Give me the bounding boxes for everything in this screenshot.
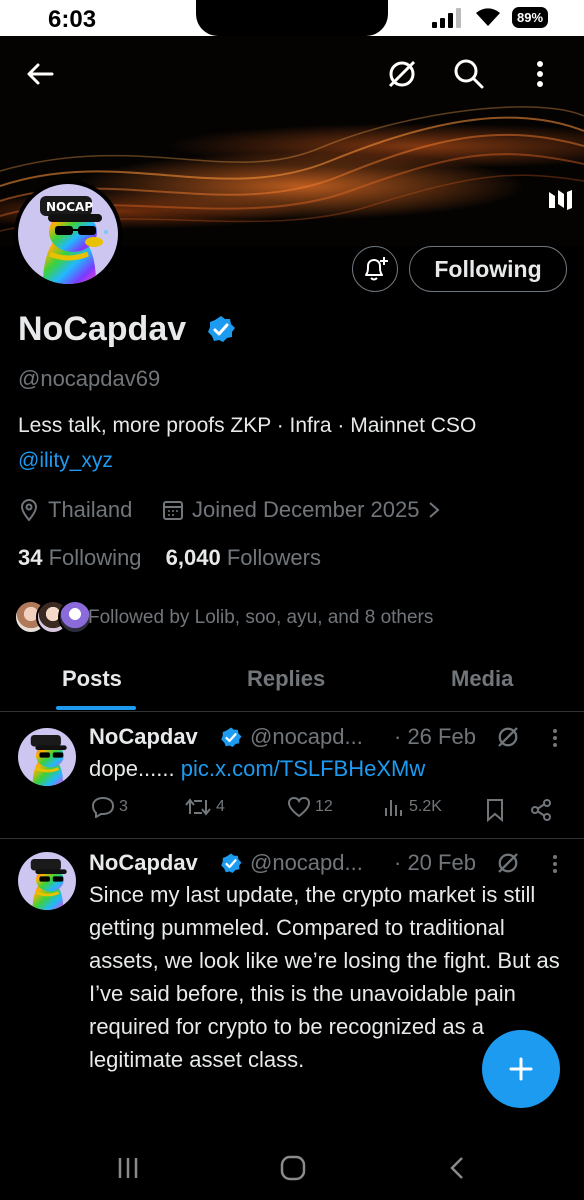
- search-icon: [454, 59, 484, 89]
- search-button[interactable]: [449, 54, 489, 94]
- profile-location: Thailand: [18, 497, 132, 523]
- calendar-icon: [163, 501, 183, 520]
- follow-stats: 34 Following 6,040 Followers: [18, 545, 321, 571]
- grok-icon[interactable]: [496, 725, 520, 749]
- avatar: NOCAP: [18, 184, 118, 284]
- following-button[interactable]: Following: [409, 246, 567, 292]
- post-text: dope...... pic.x.com/TSLFBHeXMw: [89, 752, 569, 785]
- post-avatar[interactable]: [18, 852, 76, 910]
- verified-badge-icon: [221, 853, 242, 873]
- post-avatar-illustration: [30, 858, 67, 910]
- active-tab-indicator: [56, 706, 136, 710]
- post-actions: 3 4 12 5.2K: [89, 796, 569, 826]
- tab-posts[interactable]: Posts: [62, 666, 122, 692]
- recent-apps-icon[interactable]: [116, 1156, 140, 1180]
- repost-count: 4: [216, 798, 225, 815]
- signal-icon: [432, 8, 461, 28]
- tab-media[interactable]: Media: [451, 666, 513, 692]
- profile-handle: @nocapdav69: [18, 366, 161, 391]
- views-button[interactable]: 5.2K: [383, 796, 442, 818]
- share-icon[interactable]: [529, 798, 553, 822]
- grok-button[interactable]: [382, 54, 422, 94]
- repost-icon: [185, 798, 211, 816]
- profile-joined[interactable]: Joined December 2025: [162, 497, 441, 523]
- bookmark-icon[interactable]: [485, 798, 505, 822]
- following-count: 34: [18, 545, 43, 570]
- followed-by-text[interactable]: Followed by Lolib, soo, ayu, and 8 other…: [88, 607, 433, 629]
- profile-name: NoCapdav: [18, 310, 187, 348]
- views-count: 5.2K: [409, 798, 442, 815]
- views-icon: [385, 800, 402, 816]
- followers-count: 6,040: [165, 545, 221, 570]
- banner-logo-icon: [549, 190, 572, 210]
- joined-text: Joined December 2025: [192, 497, 420, 522]
- back-nav-icon[interactable]: [448, 1156, 466, 1180]
- reply-icon: [91, 796, 115, 818]
- followers-label: Followers: [226, 545, 321, 570]
- bio-mention-link[interactable]: @ility_xyz: [18, 449, 113, 473]
- avatar-illustration: [40, 196, 108, 284]
- followers-stat[interactable]: 6,040 Followers: [166, 545, 321, 570]
- back-button[interactable]: [20, 54, 60, 94]
- arrow-left-icon: [27, 63, 54, 85]
- verified-badge-icon: [208, 316, 235, 342]
- bell-plus-icon: [365, 257, 388, 281]
- post-author-handle[interactable]: @nocapd...: [250, 724, 363, 750]
- post-author-handle[interactable]: @nocapd...: [250, 850, 363, 876]
- post-avatar-illustration: [30, 734, 67, 786]
- reply-button[interactable]: 3: [91, 796, 128, 818]
- grok-icon: [388, 60, 416, 88]
- post-author-name[interactable]: NoCapdav: [89, 850, 198, 876]
- profile-tabs: Posts Replies Media: [0, 650, 584, 712]
- camera-notch: [196, 0, 388, 36]
- post-more-icon[interactable]: [552, 854, 558, 874]
- repost-button[interactable]: 4: [184, 796, 225, 818]
- profile-bio: Less talk, more proofs ZKP · Infra · Mai…: [18, 414, 477, 437]
- following-label: Following: [48, 545, 142, 570]
- plus-icon: [509, 1057, 533, 1081]
- more-vertical-icon: [537, 61, 543, 87]
- follower-avatar: [58, 600, 92, 634]
- location-pin-icon: [20, 499, 38, 522]
- grok-icon[interactable]: [496, 851, 520, 875]
- system-navigation-bar: [0, 1132, 584, 1200]
- status-time: 6:03: [48, 6, 97, 33]
- post-author-name[interactable]: NoCapdav: [89, 724, 198, 750]
- reply-count: 3: [119, 798, 128, 815]
- wifi-icon: [476, 8, 500, 26]
- post-avatar[interactable]: [18, 728, 76, 786]
- status-bar: 6:03 89%: [0, 0, 584, 36]
- compose-post-button[interactable]: [482, 1030, 560, 1108]
- location-text: Thailand: [48, 497, 133, 522]
- post-date[interactable]: · 20 Feb: [394, 850, 476, 876]
- battery-indicator: 89%: [512, 7, 548, 28]
- like-count: 12: [315, 798, 333, 815]
- post-media-link[interactable]: pic.x.com/TSLFBHeXMw: [181, 756, 426, 781]
- profile-avatar[interactable]: NOCAP: [14, 180, 122, 288]
- notifications-button[interactable]: [352, 246, 398, 292]
- following-stat[interactable]: 34 Following: [18, 545, 142, 570]
- like-button[interactable]: 12: [287, 796, 333, 818]
- post-text-body: dope......: [89, 756, 175, 781]
- post-more-icon[interactable]: [552, 728, 558, 748]
- tab-replies[interactable]: Replies: [247, 666, 325, 692]
- home-icon[interactable]: [279, 1154, 307, 1182]
- post-date[interactable]: · 26 Feb: [394, 724, 476, 750]
- post-divider: [0, 838, 584, 839]
- verified-badge-icon: [221, 727, 242, 747]
- more-options-button[interactable]: [520, 54, 560, 94]
- avatar-cap-text: NOCAP: [46, 200, 94, 214]
- chevron-right-icon: [429, 502, 441, 518]
- heart-icon: [287, 796, 311, 818]
